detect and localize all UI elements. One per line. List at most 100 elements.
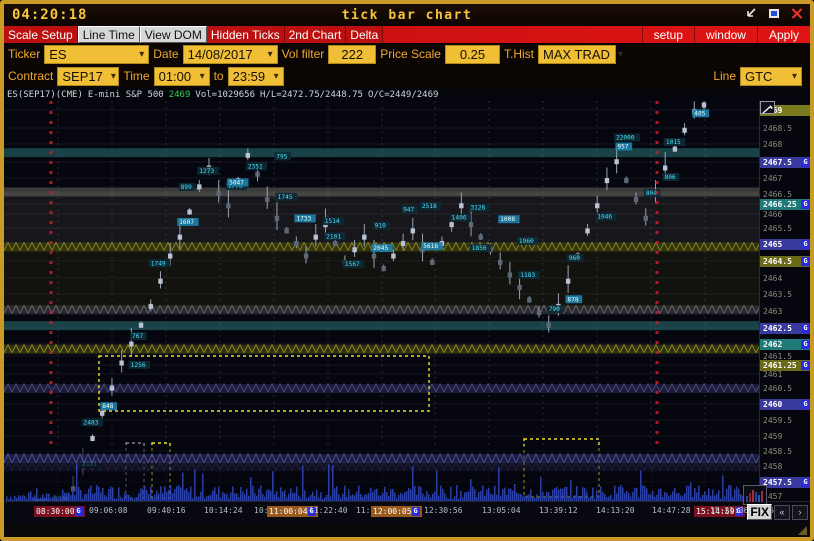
time-label: Time	[123, 69, 150, 83]
minimize-icon[interactable]	[744, 6, 758, 21]
time-tick: 09:06:08	[89, 506, 128, 515]
time-tick-label: 13:05:04	[482, 506, 521, 515]
menu-item-hidden-ticks[interactable]: Hidden Ticks	[206, 26, 285, 43]
svg-text:1015: 1015	[666, 139, 681, 146]
svg-text:405: 405	[694, 110, 705, 117]
gtc-badge: G	[801, 478, 810, 487]
price-tick: 2459	[760, 431, 810, 442]
svg-text:806: 806	[664, 174, 675, 181]
line-select[interactable]: GTC ▾	[740, 66, 802, 86]
time-tick-label: 11:00:04	[269, 507, 308, 516]
svg-text:767: 767	[132, 333, 143, 340]
time-to-select[interactable]: 23:59 ▾	[227, 66, 284, 86]
price-tick: 2457	[760, 491, 810, 501]
svg-text:1514: 1514	[325, 218, 340, 225]
gtc-badge: G	[74, 507, 83, 516]
price-tick-label: 2463.5	[763, 290, 792, 299]
menu-item-setup[interactable]: setup	[641, 26, 694, 43]
price-tick: 2464	[760, 273, 810, 284]
gtc-badge: G	[801, 400, 810, 409]
date-label: Date	[153, 47, 179, 61]
vol-filter-input[interactable]: 222	[328, 44, 377, 64]
ticker-select[interactable]: ES ▾	[44, 44, 150, 64]
price-tick: 2458.5	[760, 446, 810, 457]
price-tick: 2466	[760, 209, 810, 220]
price-tick-label: 2460.5	[763, 384, 792, 393]
price-tick: 2463.5	[760, 289, 810, 300]
price-scale-input[interactable]: 0.25	[444, 44, 500, 64]
chart-canvas[interactable]: 7402036215124838481256767174916078991273…	[4, 101, 759, 501]
price-tick-label: 2460	[763, 400, 783, 409]
price-tick-label: 2458.5	[763, 447, 792, 456]
toolbar-row-secondary: Contract SEP17 ▾ Time 01:00 ▾ to 23:59 ▾…	[4, 65, 810, 87]
info-open-close: O/C=2449/2469	[367, 89, 439, 100]
chevron-down-icon: ▾	[267, 48, 273, 60]
menu-item-2nd-chart[interactable]: 2nd Chart	[284, 26, 347, 43]
svg-text:1607: 1607	[179, 219, 194, 226]
svg-text:2518: 2518	[422, 203, 437, 210]
svg-text:1567: 1567	[345, 261, 360, 268]
gtc-badge: G	[411, 507, 420, 516]
svg-text:1183: 1183	[520, 272, 535, 279]
date-value: 14/08/2017	[187, 46, 253, 62]
resize-grip[interactable]	[796, 524, 808, 536]
date-select[interactable]: 14/08/2017 ▾	[182, 44, 278, 64]
svg-text:1850: 1850	[472, 245, 487, 252]
svg-text:804: 804	[646, 190, 657, 197]
maximize-icon[interactable]	[767, 6, 781, 21]
time-tick: 08:30:00 G	[34, 506, 85, 517]
menu-item-delta[interactable]: Delta	[346, 26, 384, 43]
time-to-label: to	[213, 69, 224, 83]
menu-item-view-dom[interactable]: View DOM	[139, 26, 207, 43]
price-tick: 2463	[760, 306, 810, 317]
line-group: Line GTC ▾	[709, 66, 802, 86]
price-tick: 2465 G	[760, 239, 810, 250]
info-symbol: ES(SEP17)(CME)	[7, 89, 83, 100]
svg-text:960: 960	[569, 255, 580, 262]
svg-text:5047: 5047	[229, 179, 244, 186]
chart-thumbnail[interactable]	[743, 485, 767, 505]
window-controls	[744, 6, 804, 21]
vol-filter-label: Vol filter	[281, 47, 325, 61]
next-button[interactable]: ›	[792, 504, 808, 520]
time-from-value: 01:00	[158, 68, 192, 84]
svg-text:878: 878	[567, 296, 578, 303]
menu-item-apply[interactable]: Apply	[756, 26, 810, 43]
contract-select[interactable]: SEP17 ▾	[57, 66, 120, 86]
info-volume: Vol=1029656	[195, 89, 256, 100]
time-tick: 10:14:24	[204, 506, 243, 515]
menu-item-window[interactable]: window	[693, 26, 757, 43]
menu-item-line-time[interactable]: Line Time	[77, 26, 140, 43]
fix-button[interactable]: FIX	[747, 504, 772, 520]
svg-text:795: 795	[276, 153, 287, 160]
price-tick-label: 2466	[763, 210, 783, 219]
svg-text:22000: 22000	[616, 134, 635, 141]
time-tick-label: 12:00:05	[373, 507, 412, 516]
time-to-value: 23:59	[232, 68, 266, 84]
chevron-down-icon: ▾	[617, 48, 623, 60]
draw-tool-icon[interactable]	[760, 101, 775, 114]
info-high-low: H/L=2472.75/2448.75	[260, 89, 363, 100]
price-axis[interactable]: 24692468.524682467.5G24672466.52466.25G2…	[759, 101, 810, 501]
time-tick: 13:39:12	[539, 506, 578, 515]
time-tick-label: 08:30:00	[36, 507, 75, 516]
time-tick: 13:05:04	[482, 506, 521, 515]
title-bar: 04:20:18 tick bar chart	[4, 4, 810, 26]
price-tick: 2468.5	[760, 123, 810, 134]
svg-text:2045: 2045	[373, 245, 388, 252]
menu-item-scale-setup[interactable]: Scale Setup	[4, 26, 78, 43]
prev-button[interactable]: «	[774, 504, 790, 520]
time-tick-label: 14:13:20	[596, 506, 635, 515]
time-tick-label: 13:39:12	[539, 506, 578, 515]
price-tick: 2462.5 G	[760, 323, 810, 334]
svg-text:3128: 3128	[470, 205, 485, 212]
svg-text:2351: 2351	[248, 163, 263, 170]
price-tick-label: 2466.5	[763, 190, 792, 199]
close-icon[interactable]	[790, 6, 804, 21]
thist-select[interactable]: MAX TRAD ▾	[537, 44, 623, 64]
thist-label: T.Hist	[503, 47, 534, 61]
time-axis[interactable]: 08:30:00G09:06:0809:40:1610:14:2410:48:3…	[4, 501, 810, 523]
chevron-down-icon: ▾	[139, 48, 145, 60]
time-from-select[interactable]: 01:00 ▾	[153, 66, 210, 86]
info-last-price: 2469	[168, 89, 191, 100]
